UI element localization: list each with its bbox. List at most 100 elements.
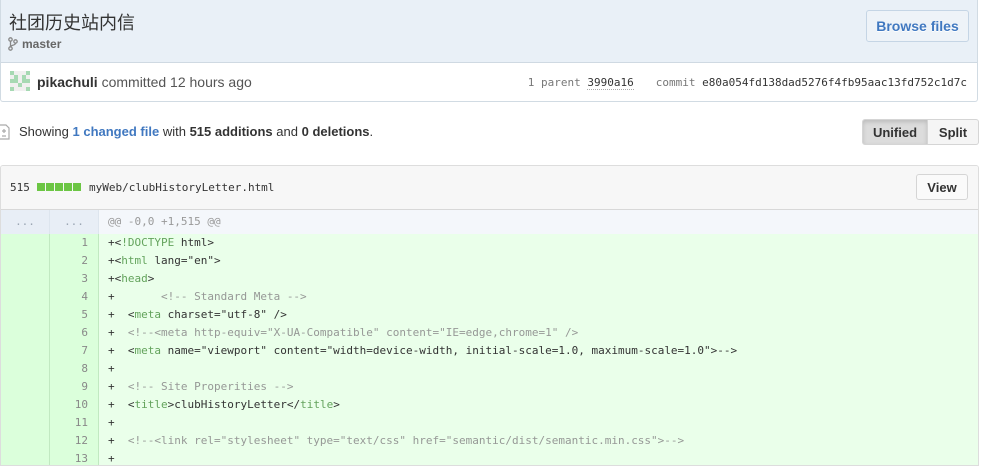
code-line: + <title>clubHistoryLetter</title> — [99, 396, 978, 414]
new-line-number[interactable]: 6 — [50, 324, 99, 342]
old-line-number[interactable] — [1, 288, 50, 306]
diff-line: 12 + <!--<link rel="stylesheet" type="tex… — [1, 432, 978, 450]
old-line-number[interactable] — [1, 414, 50, 432]
old-line-number[interactable] — [1, 396, 50, 414]
new-line-number[interactable]: 11 — [50, 414, 99, 432]
period: . — [369, 124, 374, 139]
diff-line: 7 + <meta name="viewport" content="width=… — [1, 342, 978, 360]
file-header: 515 myWeb/clubHistoryLetter.html View — [1, 166, 978, 210]
diffstat-block — [55, 183, 63, 191]
file-path[interactable]: myWeb/clubHistoryLetter.html — [89, 181, 274, 194]
view-file-button[interactable]: View — [916, 174, 968, 200]
commit-sha: e80a054fd138dad5276f4fb95aac13fd752c1d7c — [702, 76, 967, 89]
parent-sha-link[interactable]: 3990a16 — [587, 76, 634, 90]
toc-row: Showing 1 changed file with 515 addition… — [0, 116, 981, 146]
code-line: + — [99, 360, 978, 378]
branch-label[interactable]: master — [8, 37, 61, 51]
old-line-number[interactable] — [1, 342, 50, 360]
code-line: + <!--<meta http-equiv="X-UA-Compatible"… — [99, 324, 978, 342]
new-line-number[interactable]: 9 — [50, 378, 99, 396]
hunk-row: ... ... @@ -0,0 +1,515 @@ — [1, 210, 978, 234]
code-line: + <!-- Standard Meta --> — [99, 288, 978, 306]
diffstat-bar — [37, 183, 81, 191]
new-line-number[interactable]: 13 — [50, 450, 99, 465]
diffstat-block — [64, 183, 72, 191]
commit-title: 社团历史站内信 — [9, 13, 135, 34]
parent-label: 1 parent — [527, 76, 581, 89]
old-line-number[interactable] — [1, 252, 50, 270]
new-line-number[interactable]: 4 — [50, 288, 99, 306]
diffstat-block — [37, 183, 45, 191]
commit-title-area: 社团历史站内信 master Browse files — [1, 0, 977, 63]
file-diff: 515 myWeb/clubHistoryLetter.html View ..… — [0, 165, 979, 466]
showing-label: Showing — [19, 124, 69, 139]
hunk-expand-old[interactable]: ... — [1, 210, 50, 234]
browse-files-button[interactable]: Browse files — [866, 10, 969, 42]
new-line-number[interactable]: 3 — [50, 270, 99, 288]
avatar[interactable] — [10, 71, 30, 91]
old-line-number[interactable] — [1, 306, 50, 324]
new-line-number[interactable]: 10 — [50, 396, 99, 414]
new-line-number[interactable]: 12 — [50, 432, 99, 450]
with-label: with — [162, 124, 186, 139]
code-line: + <!-- Site Properities --> — [99, 378, 978, 396]
changed-files-link[interactable]: 1 changed file — [73, 124, 160, 139]
old-line-number[interactable] — [1, 450, 50, 465]
old-line-number[interactable] — [1, 324, 50, 342]
diff-table: ... ... @@ -0,0 +1,515 @@ 1 +<!DOCTYPE ht… — [1, 210, 978, 465]
code-line: +<html lang="en"> — [99, 252, 978, 270]
deletions-count: 0 deletions — [301, 124, 370, 139]
diffstat-block — [46, 183, 54, 191]
code-line: + — [99, 450, 978, 465]
commit-label: commit — [655, 76, 696, 89]
sha-block: 1 parent 3990a16 commit e80a054fd138dad5… — [527, 76, 967, 90]
diff-summary: Showing 1 changed file with 515 addition… — [19, 124, 373, 139]
diffstat-block — [73, 183, 81, 191]
code-line: + <meta name="viewport" content="width=d… — [99, 342, 978, 360]
diff-line: 1 +<!DOCTYPE html> — [1, 234, 978, 252]
new-line-number[interactable]: 2 — [50, 252, 99, 270]
code-line: + — [99, 414, 978, 432]
hunk-expand-new[interactable]: ... — [50, 210, 99, 234]
old-line-number[interactable] — [1, 378, 50, 396]
code-line: +<!DOCTYPE html> — [99, 234, 978, 252]
new-line-number[interactable]: 1 — [50, 234, 99, 252]
file-diff-icon — [0, 124, 10, 140]
branch-name: master — [22, 37, 62, 51]
commit-meta: pikachuli committed 12 hours ago 1 paren… — [1, 63, 977, 101]
new-line-number[interactable]: 5 — [50, 306, 99, 324]
diff-line: 10 + <title>clubHistoryLetter</title> — [1, 396, 978, 414]
parent-info: 1 parent 3990a16 — [527, 76, 634, 90]
diffstat-count: 515 — [10, 181, 30, 194]
unified-button[interactable]: Unified — [862, 119, 928, 145]
commit-header: 社团历史站内信 master Browse files pikachuli co… — [0, 0, 978, 102]
new-line-number[interactable]: 7 — [50, 342, 99, 360]
diff-line: 3 +<head> — [1, 270, 978, 288]
git-branch-icon — [8, 37, 18, 51]
diff-line: 4 + <!-- Standard Meta --> — [1, 288, 978, 306]
diff-line: 5 + <meta charset="utf-8" /> — [1, 306, 978, 324]
diff-line: 8 + — [1, 360, 978, 378]
committed-time: committed 12 hours ago — [101, 74, 252, 90]
split-button[interactable]: Split — [928, 119, 979, 145]
code-line: + <!--<link rel="stylesheet" type="text/… — [99, 432, 978, 450]
author-link[interactable]: pikachuli — [37, 74, 98, 90]
commit-author-line: pikachuli committed 12 hours ago — [37, 74, 252, 90]
old-line-number[interactable] — [1, 360, 50, 378]
diff-line: 2 +<html lang="en"> — [1, 252, 978, 270]
old-line-number[interactable] — [1, 432, 50, 450]
code-line: +<head> — [99, 270, 978, 288]
and-label: and — [276, 124, 298, 139]
new-line-number[interactable]: 8 — [50, 360, 99, 378]
code-line: + <meta charset="utf-8" /> — [99, 306, 978, 324]
diff-line: 9 + <!-- Site Properities --> — [1, 378, 978, 396]
commit-info: commit e80a054fd138dad5276f4fb95aac13fd7… — [656, 76, 967, 89]
diff-view-toggle: Unified Split — [862, 119, 979, 145]
hunk-header: @@ -0,0 +1,515 @@ — [99, 210, 978, 234]
additions-count: 515 additions — [189, 124, 273, 139]
old-line-number[interactable] — [1, 270, 50, 288]
diff-line: 6 + <!--<meta http-equiv="X-UA-Compatible… — [1, 324, 978, 342]
diff-line: 13 + — [1, 450, 978, 465]
old-line-number[interactable] — [1, 234, 50, 252]
diff-line: 11 + — [1, 414, 978, 432]
